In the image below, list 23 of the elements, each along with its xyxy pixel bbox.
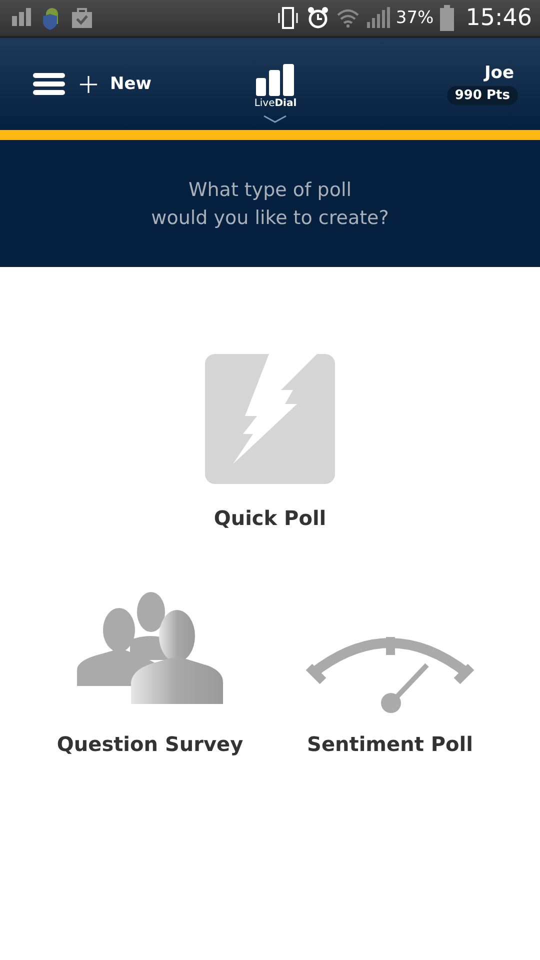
menu-icon <box>33 73 65 95</box>
logo-text: LiveDial <box>254 98 297 108</box>
new-button[interactable]: New <box>79 74 152 94</box>
alarm-clock-icon <box>306 6 330 30</box>
points-badge: 990 Pts <box>446 86 518 105</box>
vibrate-icon <box>276 6 300 30</box>
prompt-text: What type of poll <box>188 178 352 202</box>
poll-type-option[interactable]: Question Survey <box>50 590 250 756</box>
plus-icon <box>79 74 98 94</box>
signal-icon <box>366 6 390 30</box>
briefcase-check-icon <box>70 6 94 30</box>
chevron-down-icon <box>263 114 288 122</box>
poll-type-option[interactable]: Sentiment Poll <box>290 590 490 756</box>
gauge-icon <box>305 635 475 715</box>
user-name: Joe <box>484 63 514 83</box>
battery-icon <box>440 5 454 31</box>
menu-button[interactable] <box>33 73 65 95</box>
poll-type-option[interactable]: Quick Poll <box>205 354 335 530</box>
prompt-text: would you like to create? <box>151 206 389 230</box>
bar-chart-icon <box>256 64 294 96</box>
lightning-icon <box>205 354 335 484</box>
battery-percent: 37% <box>396 8 434 28</box>
clock-time: 15:46 <box>466 5 532 31</box>
